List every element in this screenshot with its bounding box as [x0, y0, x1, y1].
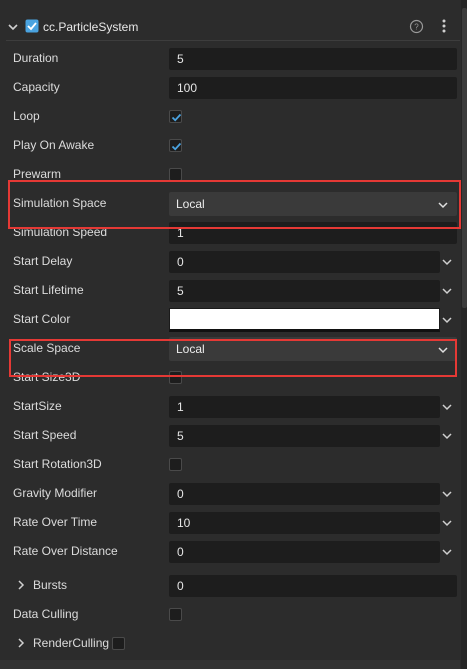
bursts-count-input[interactable]: 0	[169, 575, 457, 597]
start-speed-input[interactable]: 5	[169, 425, 440, 447]
start-color-swatch[interactable]	[169, 308, 440, 332]
chevron-down-icon[interactable]	[441, 256, 453, 268]
rate-over-time-input[interactable]: 10	[169, 512, 440, 534]
render-culling-label: RenderCulling	[33, 636, 110, 650]
prop-start-size: StartSize 1	[0, 392, 460, 421]
start-color-label: Start Color	[13, 312, 71, 326]
start-delay-input[interactable]: 0	[169, 251, 440, 273]
simulation-space-select[interactable]: Local	[169, 192, 457, 216]
prop-rate-over-distance: Rate Over Distance 0	[0, 537, 460, 566]
start-size-3d-label: Start Size3D	[13, 370, 81, 384]
start-size-label: StartSize	[13, 399, 62, 413]
prop-prewarm: Prewarm	[0, 160, 460, 189]
prop-start-color: Start Color	[0, 305, 460, 334]
prop-loop: Loop	[0, 102, 460, 131]
chevron-down-icon[interactable]	[441, 546, 453, 558]
prop-scale-space: Scale Space Local	[0, 334, 460, 363]
chevron-down-icon[interactable]	[441, 401, 453, 413]
play-on-awake-label: Play On Awake	[13, 138, 95, 152]
chevron-down-icon[interactable]	[441, 314, 453, 326]
svg-text:?: ?	[414, 23, 419, 32]
rate-over-time-label: Rate Over Time	[13, 515, 98, 529]
duration-label: Duration	[13, 51, 59, 65]
checkmark-icon	[171, 113, 182, 122]
data-culling-checkbox[interactable]	[169, 608, 182, 621]
start-lifetime-label: Start Lifetime	[13, 283, 84, 297]
simulation-speed-input[interactable]: 1	[169, 222, 457, 244]
prewarm-checkbox[interactable]	[169, 168, 182, 181]
checkmark-icon	[171, 142, 182, 151]
duration-input[interactable]: 5	[169, 48, 457, 70]
start-size-input[interactable]: 1	[169, 396, 440, 418]
play-on-awake-checkbox[interactable]	[169, 139, 182, 152]
help-circle-icon[interactable]: ?	[409, 19, 424, 34]
prop-capacity: Capacity 100	[0, 73, 460, 102]
chevron-down-icon[interactable]	[441, 517, 453, 529]
chevron-down-icon[interactable]	[6, 20, 20, 34]
start-rotation-3d-label: Start Rotation3D	[13, 457, 102, 471]
simulation-speed-label: Simulation Speed	[13, 225, 108, 239]
chevron-down-icon[interactable]	[441, 430, 453, 442]
capacity-input[interactable]: 100	[169, 77, 457, 99]
prewarm-label: Prewarm	[13, 167, 62, 181]
prop-render-culling[interactable]: RenderCulling	[0, 629, 460, 658]
scale-space-label: Scale Space	[13, 341, 81, 355]
rate-over-distance-input[interactable]: 0	[169, 541, 440, 563]
prop-start-speed: Start Speed 5	[0, 421, 460, 450]
simulation-space-label: Simulation Space	[13, 196, 107, 210]
start-delay-label: Start Delay	[13, 254, 73, 268]
next-section-header	[0, 660, 460, 669]
scale-space-select[interactable]: Local	[169, 337, 457, 361]
chevron-right-icon[interactable]	[15, 579, 27, 591]
data-culling-label: Data Culling	[13, 607, 79, 621]
scrollbar[interactable]	[461, 0, 467, 669]
prop-data-culling: Data Culling	[0, 600, 460, 629]
start-size-3d-checkbox[interactable]	[169, 371, 182, 384]
inspector-panel: cc.ParticleSystem ? Duration 5 Capacity …	[0, 0, 467, 669]
start-lifetime-input[interactable]: 5	[169, 280, 440, 302]
prop-start-lifetime: Start Lifetime 5	[0, 276, 460, 305]
loop-checkbox[interactable]	[169, 110, 182, 123]
rate-over-distance-label: Rate Over Distance	[13, 544, 118, 558]
prop-start-delay: Start Delay 0	[0, 247, 460, 276]
prop-duration: Duration 5	[0, 44, 460, 73]
prop-rate-over-time: Rate Over Time 10	[0, 508, 460, 537]
start-speed-label: Start Speed	[13, 428, 77, 442]
start-rotation-3d-checkbox[interactable]	[169, 458, 182, 471]
prop-bursts[interactable]: Bursts 0	[0, 571, 460, 600]
chevron-down-icon	[438, 347, 448, 354]
scrollbar-thumb[interactable]	[462, 8, 467, 308]
chevron-right-icon[interactable]	[15, 637, 27, 649]
gravity-modifier-label: Gravity Modifier	[13, 486, 98, 500]
render-culling-checkbox[interactable]	[112, 637, 125, 650]
component-title: cc.ParticleSystem	[43, 20, 139, 34]
prop-start-rotation-3d: Start Rotation3D	[0, 450, 460, 479]
prop-simulation-space: Simulation Space Local	[0, 189, 460, 218]
prop-gravity-modifier: Gravity Modifier 0	[0, 479, 460, 508]
component-enabled-checkbox[interactable]	[25, 19, 39, 33]
prop-simulation-speed: Simulation Speed 1	[0, 218, 460, 247]
prop-play-on-awake: Play On Awake	[0, 131, 460, 160]
chevron-down-icon[interactable]	[441, 285, 453, 297]
prop-start-size-3d: Start Size3D	[0, 363, 460, 392]
chevron-down-icon[interactable]	[441, 488, 453, 500]
loop-label: Loop	[13, 109, 40, 123]
component-header: cc.ParticleSystem ?	[0, 13, 460, 41]
header-divider	[6, 40, 460, 41]
chevron-down-icon	[438, 202, 448, 209]
vertical-ellipsis-icon[interactable]	[436, 18, 452, 34]
gravity-modifier-input[interactable]: 0	[169, 483, 440, 505]
capacity-label: Capacity	[13, 80, 60, 94]
bursts-label: Bursts	[33, 578, 68, 592]
